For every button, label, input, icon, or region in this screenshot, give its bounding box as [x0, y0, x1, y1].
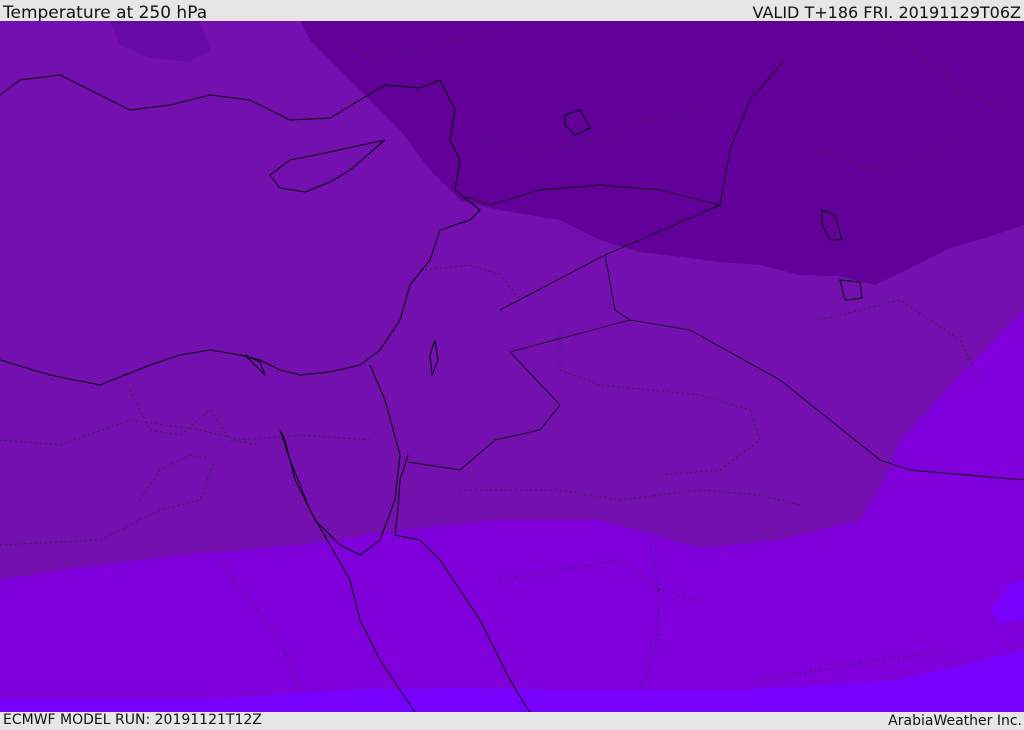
weather-map [0, 21, 1024, 712]
map-title: Temperature at 250 hPa [3, 3, 208, 23]
header-bar: Temperature at 250 hPa VALID T+186 FRI. … [0, 0, 1024, 23]
valid-time: VALID T+186 FRI. 20191129T06Z [752, 3, 1021, 22]
credit-label: ArabiaWeather Inc. [888, 713, 1022, 729]
model-run-label: ECMWF MODEL RUN: 20191121T12Z [3, 712, 262, 728]
footer-bar: ECMWF MODEL RUN: 20191121T12Z ArabiaWeat… [0, 712, 1024, 729]
